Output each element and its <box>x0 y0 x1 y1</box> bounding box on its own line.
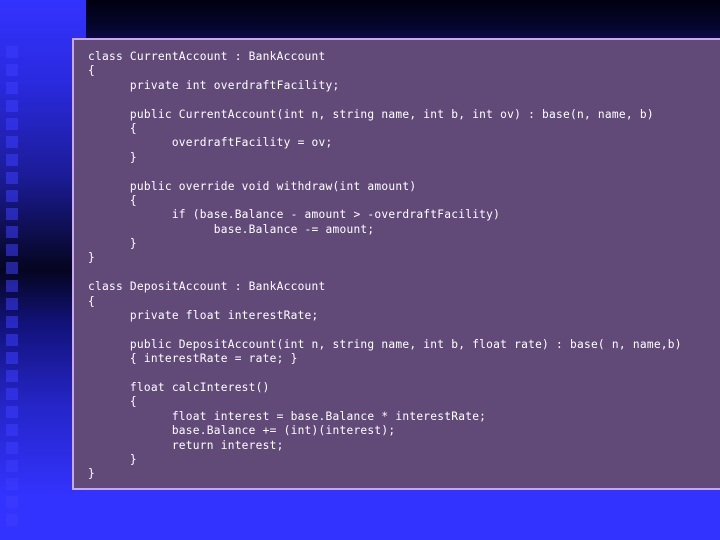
background-top-band <box>86 0 720 40</box>
code-line: class DepositAccount : BankAccount <box>88 280 326 294</box>
decorative-square <box>6 352 18 364</box>
decorative-square <box>6 64 18 76</box>
decorative-square <box>6 136 18 148</box>
code-line: base.Balance += (int)(interest); <box>88 424 396 438</box>
decorative-square <box>6 370 18 382</box>
decorative-square <box>6 100 18 112</box>
decorative-square <box>6 406 18 418</box>
decorative-square <box>6 496 18 508</box>
code-line: } <box>88 467 95 481</box>
decorative-square <box>6 316 18 328</box>
decorative-square <box>6 244 18 256</box>
code-line: { interestRate = rate; } <box>88 352 298 366</box>
code-line: public override void withdraw(int amount… <box>88 179 417 193</box>
decorative-square <box>6 46 18 58</box>
code-line: base.Balance -= amount; <box>88 222 375 236</box>
decorative-square <box>6 424 18 436</box>
code-listing: class CurrentAccount : BankAccount{ priv… <box>88 50 682 482</box>
code-line: return interest; <box>88 438 284 452</box>
code-line: { <box>88 121 137 135</box>
decorative-square <box>6 442 18 454</box>
decorative-square <box>6 82 18 94</box>
code-line: if (base.Balance - amount > -overdraftFa… <box>88 208 501 222</box>
decorative-square <box>6 190 18 202</box>
decorative-square <box>6 298 18 310</box>
code-line: class CurrentAccount : BankAccount <box>88 50 326 63</box>
decorative-square <box>6 208 18 220</box>
decorative-square <box>6 226 18 238</box>
code-line: { <box>88 395 137 409</box>
decorative-square <box>6 334 18 346</box>
decorative-square <box>6 478 18 490</box>
code-line: public DepositAccount(int n, string name… <box>88 337 682 351</box>
decorative-square <box>6 514 18 526</box>
code-line: { <box>88 294 95 308</box>
code-line: } <box>88 150 137 164</box>
code-line: } <box>88 237 137 251</box>
code-line: } <box>88 251 95 265</box>
code-line: public CurrentAccount(int n, string name… <box>88 107 654 121</box>
code-line: private int overdraftFacility; <box>88 78 340 92</box>
decorative-square <box>6 118 18 130</box>
code-line: overdraftFacility = ov; <box>88 136 333 150</box>
code-line: private float interestRate; <box>88 309 319 323</box>
decorative-square <box>6 262 18 274</box>
code-line: } <box>88 452 137 466</box>
decorative-square <box>6 154 18 166</box>
decorative-square <box>6 460 18 472</box>
code-line: float interest = base.Balance * interest… <box>88 409 487 423</box>
decorative-square <box>6 280 18 292</box>
code-line: { <box>88 193 137 207</box>
decorative-squares-column <box>6 46 18 532</box>
code-line: float calcInterest() <box>88 380 270 394</box>
code-line: { <box>88 64 95 78</box>
decorative-square <box>6 172 18 184</box>
decorative-square <box>6 388 18 400</box>
